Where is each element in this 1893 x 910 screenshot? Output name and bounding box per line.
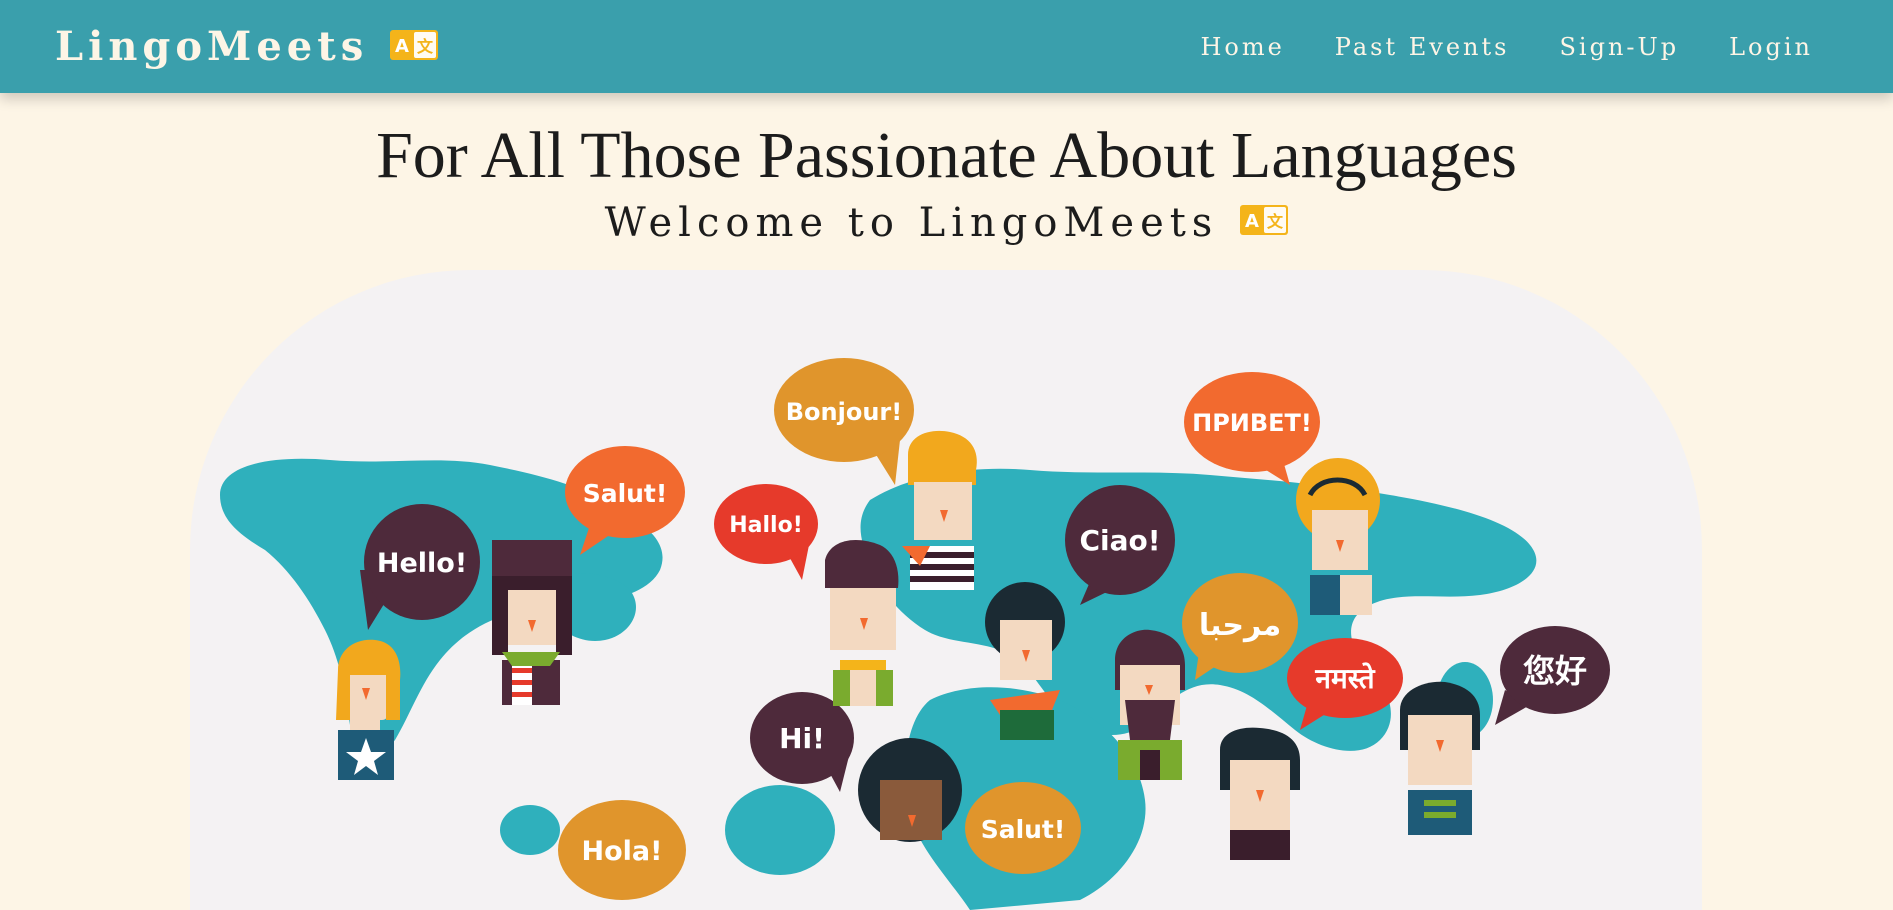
svg-text:文: 文	[417, 37, 434, 56]
greeting-hi: Hi!	[779, 722, 825, 755]
bubble-hola: Hola!	[558, 800, 686, 900]
bubble-bonjour: Bonjour!	[774, 358, 914, 485]
nav-links: Home Past Events Sign-Up Login	[1200, 33, 1813, 61]
nav-login-link[interactable]: Login	[1729, 33, 1813, 61]
character-usa	[336, 639, 401, 780]
greeting-salut: Salut!	[583, 479, 668, 508]
greeting-privet: ПРИВЕТ!	[1192, 409, 1312, 437]
translate-icon: A 文	[390, 29, 439, 64]
character-middle-east	[1115, 629, 1185, 780]
navbar: LingoMeets A 文 Home Past Events Sign-Up …	[0, 0, 1893, 93]
page-title: For All Those Passionate About Languages	[376, 119, 1517, 192]
greeting-ciao: Ciao!	[1079, 524, 1160, 557]
bubble-nihao: 您好	[1495, 626, 1610, 725]
character-china	[1400, 681, 1480, 835]
greeting-hallo: Hallo!	[729, 513, 803, 538]
svg-text:A: A	[1245, 211, 1259, 232]
nav-past-events-link[interactable]: Past Events	[1335, 33, 1510, 61]
page-subtitle: Welcome to LingoMeets A 文	[0, 200, 1893, 246]
bubble-salut-bottom: Salut!	[965, 782, 1081, 874]
character-africa	[858, 738, 962, 842]
svg-text:文: 文	[1267, 212, 1284, 231]
brand-name: LingoMeets	[55, 23, 369, 70]
greeting-hola: Hola!	[582, 836, 663, 867]
svg-text:A: A	[395, 36, 409, 57]
world-greetings-illustration: Hello! Salut! Hallo! Bonjour! ПРИВЕТ! Ci…	[220, 358, 1610, 910]
character-india	[1220, 727, 1300, 860]
greeting-bonjour: Bonjour!	[786, 398, 902, 426]
brand-logo-link[interactable]: LingoMeets A 文	[55, 23, 439, 70]
bubble-hi: Hi!	[750, 692, 854, 792]
nav-home-link[interactable]: Home	[1200, 33, 1284, 61]
character-germany	[825, 540, 899, 706]
greeting-salut-bottom: Salut!	[981, 815, 1066, 844]
greeting-namaste: नमस्ते	[1314, 662, 1375, 695]
bubble-privet: ПРИВЕТ!	[1184, 372, 1320, 485]
translate-icon: A 文	[1240, 205, 1289, 241]
hero-illustration: Hello! Salut! Hallo! Bonjour! ПРИВЕТ! Ci…	[190, 270, 1702, 910]
greeting-nihao: 您好	[1523, 652, 1587, 690]
character-france	[492, 540, 572, 705]
welcome-text: Welcome to LingoMeets	[604, 200, 1219, 246]
greeting-hello: Hello!	[377, 548, 467, 579]
nav-signup-link[interactable]: Sign-Up	[1559, 33, 1679, 61]
bubble-hallo: Hallo!	[714, 484, 818, 580]
greeting-marhaba: مرحبا	[1199, 608, 1281, 643]
